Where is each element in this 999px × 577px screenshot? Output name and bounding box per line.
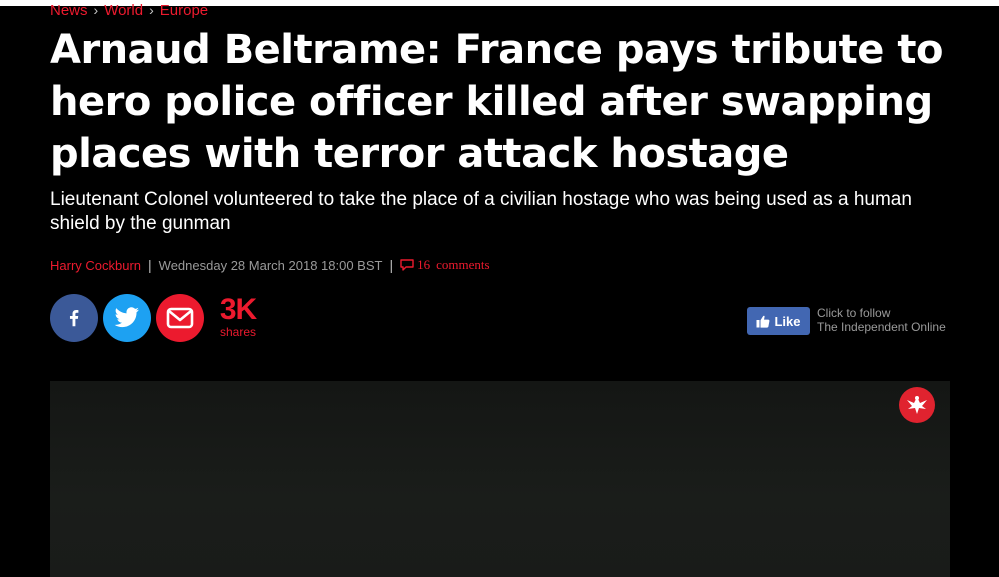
meta-divider: | — [148, 257, 152, 273]
comments-link[interactable]: 16 comments — [400, 257, 490, 273]
share-count-label: shares — [219, 325, 257, 339]
share-count-number: 3K — [219, 293, 257, 326]
breadcrumb-item-news[interactable]: News — [50, 2, 88, 19]
follow-line-2: The Independent Online — [817, 320, 946, 334]
comments-label: comments — [436, 257, 490, 272]
twitter-icon — [114, 307, 139, 328]
comment-icon — [400, 259, 414, 271]
facebook-share-button[interactable] — [50, 294, 98, 342]
article-headline: Arnaud Beltrame: France pays tribute to … — [50, 27, 943, 177]
twitter-share-button[interactable] — [103, 294, 151, 342]
publish-date: Wednesday 28 March 2018 18:00 BST — [158, 257, 383, 273]
breadcrumb-item-europe[interactable]: Europe — [160, 2, 208, 19]
facebook-icon — [69, 310, 79, 327]
breadcrumb: News › World › Europe — [50, 0, 208, 20]
eagle-icon — [907, 396, 927, 414]
facebook-like-button[interactable]: Like — [747, 307, 810, 335]
comments-count: 16 — [417, 257, 431, 272]
article-standfirst: Lieutenant Colonel volunteered to take t… — [50, 189, 912, 234]
author-link[interactable]: Harry Cockburn — [50, 258, 141, 273]
breadcrumb-separator: › — [93, 2, 99, 18]
meta-divider: | — [389, 257, 394, 273]
follow-line-1: Click to follow — [817, 306, 891, 320]
facebook-like-label: Like — [774, 313, 801, 329]
follow-text: Click to follow The Independent Online — [817, 306, 946, 334]
share-count: 3K shares — [214, 293, 262, 339]
thumbs-up-icon — [756, 315, 770, 328]
breadcrumb-item-world[interactable]: World — [104, 2, 143, 19]
breadcrumb-separator: › — [149, 2, 154, 18]
email-icon — [166, 307, 194, 329]
independent-eagle-logo — [899, 387, 935, 423]
article-meta: Harry Cockburn | Wednesday 28 March 2018… — [50, 256, 490, 274]
email-share-button[interactable] — [156, 294, 204, 342]
article-video[interactable] — [50, 381, 950, 577]
